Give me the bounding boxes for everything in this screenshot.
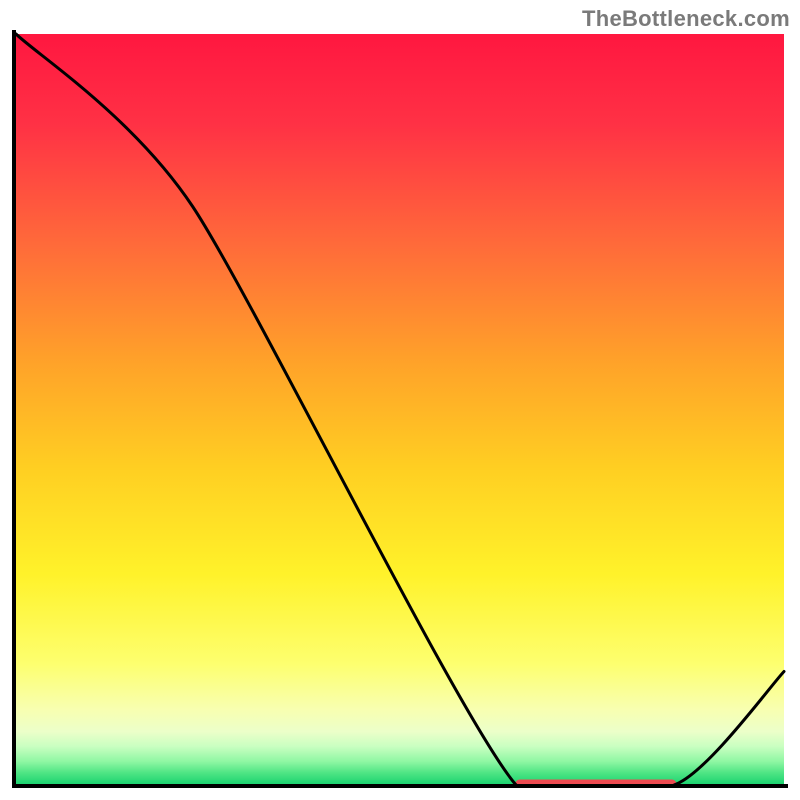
chart-svg: [12, 30, 788, 788]
chart-background-gradient: [16, 34, 784, 784]
chart-stage: TheBottleneck.com: [0, 0, 800, 800]
plot-area: [12, 30, 788, 788]
x-axis-line: [12, 784, 788, 788]
watermark-text: TheBottleneck.com: [582, 6, 790, 32]
y-axis-line: [12, 30, 16, 788]
